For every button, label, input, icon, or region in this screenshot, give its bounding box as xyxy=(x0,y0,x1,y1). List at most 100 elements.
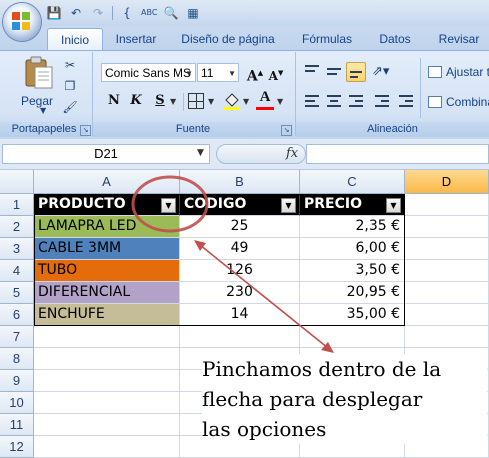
cell-producto[interactable]: CABLE 3MM xyxy=(34,238,180,260)
cell-codigo[interactable]: 25 xyxy=(180,216,300,238)
tab-datos[interactable]: Datos xyxy=(372,28,418,50)
tab-revisar[interactable]: Revisar xyxy=(432,28,486,50)
filter-dropdown-arrow-icon[interactable]: ▼ xyxy=(161,198,176,213)
row-header-11[interactable]: 11 xyxy=(0,414,34,436)
spellcheck-icon[interactable]: ABC xyxy=(141,5,157,21)
row-header-9[interactable]: 9 xyxy=(0,370,34,392)
calculator-icon[interactable]: ▦ xyxy=(185,5,201,21)
name-box[interactable]: D21 xyxy=(2,144,210,164)
save-icon[interactable]: 💾 xyxy=(46,5,62,21)
tab-inicio[interactable]: Inicio xyxy=(47,28,103,51)
borders-dropdown-icon[interactable]: ▼ xyxy=(208,97,214,106)
formula-input[interactable] xyxy=(306,144,489,164)
cell[interactable] xyxy=(34,326,180,348)
row-header-6[interactable]: 6 xyxy=(0,304,34,326)
increase-indent-icon[interactable] xyxy=(396,92,416,112)
row-header-5[interactable]: 5 xyxy=(0,282,34,304)
cell[interactable] xyxy=(405,238,489,260)
filter-dropdown-arrow-icon[interactable]: ▼ xyxy=(386,198,401,213)
tab-diseno-de-pagina[interactable]: Diseño de página xyxy=(176,28,280,50)
insert-function-icon[interactable]: fx xyxy=(286,146,298,161)
undo-icon[interactable]: ↶ xyxy=(68,5,84,21)
column-header-d[interactable]: D xyxy=(405,170,489,194)
row-header-3[interactable]: 3 xyxy=(0,238,34,260)
name-box-dropdown-icon[interactable]: ▼ xyxy=(197,148,204,158)
align-top-icon[interactable] xyxy=(302,62,322,82)
column-header-b[interactable]: B xyxy=(180,170,300,194)
brace-icon[interactable]: { xyxy=(119,5,135,21)
paste-icon[interactable] xyxy=(22,56,56,90)
row-header-8[interactable]: 8 xyxy=(0,348,34,370)
cell-precio[interactable]: 20,95 € xyxy=(300,282,405,304)
cell-producto[interactable]: TUBO xyxy=(34,260,180,282)
cell[interactable] xyxy=(405,282,489,304)
align-center-icon[interactable] xyxy=(324,92,344,112)
row-header-10[interactable]: 10 xyxy=(0,392,34,414)
cell-producto[interactable]: LAMAPRA LED xyxy=(34,216,180,238)
font-color-dropdown-icon[interactable]: ▼ xyxy=(277,97,283,106)
cell[interactable] xyxy=(405,304,489,326)
borders-icon[interactable] xyxy=(188,93,204,109)
cell[interactable] xyxy=(405,326,489,348)
cell[interactable] xyxy=(180,326,300,348)
row-header-7[interactable]: 7 xyxy=(0,326,34,348)
cell-codigo[interactable]: 14 xyxy=(180,304,300,326)
align-bottom-icon[interactable] xyxy=(346,62,366,82)
wrap-text-label[interactable]: Ajustar t xyxy=(446,65,489,79)
clipboard-launcher-icon[interactable]: ↘ xyxy=(80,125,91,136)
redo-icon[interactable]: ↷ xyxy=(90,5,106,21)
cell-producto[interactable]: DIFERENCIAL xyxy=(34,282,180,304)
font-color-icon[interactable]: A xyxy=(256,89,274,111)
column-header-a[interactable]: A xyxy=(34,170,180,194)
underline-dropdown-icon[interactable]: ▼ xyxy=(170,97,176,106)
cell[interactable] xyxy=(34,392,180,414)
paste-label[interactable]: Pegar xyxy=(14,94,60,108)
cell-codigo[interactable]: 126 xyxy=(180,260,300,282)
copy-icon[interactable]: ❐ xyxy=(62,78,78,94)
row-header-1[interactable]: 1 xyxy=(0,194,34,216)
decrease-indent-icon[interactable] xyxy=(372,92,392,112)
cell[interactable] xyxy=(300,326,405,348)
tab-formulas[interactable]: Fórmulas xyxy=(296,28,358,50)
column-header-c[interactable]: C xyxy=(300,170,405,194)
orientation-icon[interactable]: ⇗▾ xyxy=(372,62,400,82)
format-painter-icon[interactable]: 🖌 xyxy=(62,99,78,115)
align-middle-icon[interactable] xyxy=(324,62,344,82)
cut-icon[interactable]: ✂ xyxy=(62,57,78,73)
tab-insertar[interactable]: Insertar xyxy=(108,28,164,50)
cell[interactable] xyxy=(34,370,180,392)
row-header-4[interactable]: 4 xyxy=(0,260,34,282)
underline-button[interactable]: S xyxy=(150,91,170,111)
align-right-icon[interactable] xyxy=(346,92,366,112)
filter-dropdown-arrow-icon[interactable]: ▼ xyxy=(281,198,296,213)
grow-font-button[interactable]: A▲ xyxy=(245,63,265,85)
select-all-corner[interactable] xyxy=(0,170,34,194)
shrink-font-button[interactable]: A▼ xyxy=(266,63,286,83)
cell-precio[interactable]: 6,00 € xyxy=(300,238,405,260)
cell[interactable] xyxy=(34,348,180,370)
cell-codigo[interactable]: 230 xyxy=(180,282,300,304)
cell[interactable] xyxy=(405,216,489,238)
fill-color-dropdown-icon[interactable]: ▼ xyxy=(243,97,249,106)
italic-button[interactable]: K xyxy=(126,91,146,111)
fill-color-icon[interactable] xyxy=(222,91,242,111)
bold-button[interactable]: N xyxy=(104,91,124,111)
cell[interactable] xyxy=(405,260,489,282)
wrap-text-icon[interactable] xyxy=(428,66,442,78)
print-preview-icon[interactable]: 🔍 xyxy=(163,5,179,21)
align-left-icon[interactable] xyxy=(302,92,322,112)
merge-center-icon[interactable] xyxy=(428,96,442,108)
cell-producto[interactable]: ENCHUFE xyxy=(34,304,180,326)
cell-precio[interactable]: 35,00 € xyxy=(300,304,405,326)
cell[interactable] xyxy=(405,194,489,216)
font-launcher-icon[interactable]: ↘ xyxy=(281,125,292,136)
cell[interactable] xyxy=(34,436,180,458)
cell[interactable] xyxy=(34,414,180,436)
merge-center-label[interactable]: Combina xyxy=(446,95,489,109)
row-header-12[interactable]: 12 xyxy=(0,436,34,458)
font-size-select[interactable]: 11 ▼ xyxy=(197,63,239,82)
paste-dropdown-arrow-icon[interactable]: ▼ xyxy=(40,106,46,115)
cell-precio[interactable]: 3,50 € xyxy=(300,260,405,282)
font-name-select[interactable]: Comic Sans MS ▼ xyxy=(101,63,196,82)
row-header-2[interactable]: 2 xyxy=(0,216,34,238)
